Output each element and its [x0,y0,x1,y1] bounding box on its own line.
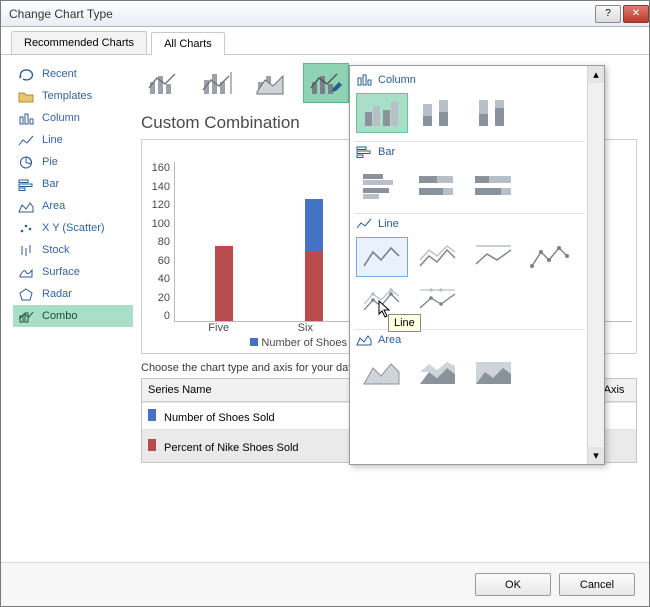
sidebar-item-line[interactable]: Line [13,129,133,151]
dropdown-item-stacked-bar[interactable] [412,165,464,205]
dialog-body: Recent Templates Column Line Pie Bar [1,55,649,562]
dropdown-category-line: Line [354,213,585,233]
main-panel: Custom Combination Chart Title 160140120… [141,63,637,554]
dropdown-item-clustered-bar[interactable] [356,165,408,205]
sidebar-item-bar[interactable]: Bar [13,173,133,195]
scroll-down-icon[interactable]: ▾ [588,447,604,464]
sidebar-item-label: Stock [42,244,70,256]
dropdown-category-area: Area [354,329,585,349]
recent-icon [17,67,35,81]
sidebar-item-recent[interactable]: Recent [13,63,133,85]
dropdown-item-100-stacked-line-markers[interactable] [412,281,464,321]
area-icon [17,199,35,213]
series-name: Number of Shoes Sold [164,412,275,424]
sidebar-item-label: Column [42,112,80,124]
dropdown-item-stacked-area[interactable] [412,353,464,393]
chart-category-sidebar: Recent Templates Column Line Pie Bar [13,63,133,554]
sidebar-item-label: Area [42,200,65,212]
dropdown-item-clustered-column[interactable] [356,93,408,133]
dropdown-category-column: Column [354,70,585,89]
column-icon [356,73,372,86]
folder-icon [17,89,35,103]
area-icon [356,333,372,346]
sidebar-item-label: Recent [42,68,77,80]
column-icon [17,111,35,125]
dropdown-body: Column Bar [350,66,589,464]
line-icon [356,217,372,230]
dropdown-item-line-markers[interactable] [524,237,576,277]
combo-subtype-1[interactable] [141,63,187,103]
sidebar-item-templates[interactable]: Templates [13,85,133,107]
combo-subtype-3[interactable] [249,63,295,103]
pie-icon [17,155,35,169]
sidebar-item-stock[interactable]: Stock [13,239,133,261]
dropdown-item-stacked-line-markers[interactable] [356,281,408,321]
dropdown-item-line[interactable] [356,237,408,277]
sidebar-item-label: Bar [42,178,59,190]
sidebar-item-label: Surface [42,266,80,278]
dropdown-item-area[interactable] [356,353,408,393]
chart-type-dropdown: Column Bar [349,65,605,465]
tab-bar: Recommended Charts All Charts [1,27,649,55]
tab-recommended[interactable]: Recommended Charts [11,31,147,54]
sidebar-item-label: Radar [42,288,72,300]
sidebar-item-label: Pie [42,156,58,168]
scroll-up-icon[interactable]: ▴ [588,66,604,83]
dropdown-item-stacked-column[interactable] [412,93,464,133]
dropdown-category-label: Area [378,334,401,346]
window-title: Change Chart Type [9,7,593,21]
titlebar: Change Chart Type ? ✕ [1,1,649,27]
sidebar-item-area[interactable]: Area [13,195,133,217]
sidebar-item-radar[interactable]: Radar [13,283,133,305]
sidebar-item-scatter[interactable]: X Y (Scatter) [13,217,133,239]
radar-icon [17,287,35,301]
dropdown-scrollbar[interactable]: ▴ ▾ [587,66,604,464]
tab-all-charts[interactable]: All Charts [151,32,225,55]
close-button[interactable]: ✕ [623,5,649,23]
sidebar-item-combo[interactable]: Combo [13,305,133,327]
sidebar-item-label: Combo [42,310,77,322]
dialog-footer: OK Cancel [1,562,649,606]
dialog-window: Change Chart Type ? ✕ Recommended Charts… [0,0,650,607]
dropdown-item-100-stacked-line[interactable] [468,237,520,277]
cancel-button[interactable]: Cancel [559,573,635,596]
series-color-swatch [148,409,156,421]
dropdown-item-100-stacked-column[interactable] [468,93,520,133]
series-name: Percent of Nike Shoes Sold [164,442,299,454]
sidebar-item-label: Line [42,134,63,146]
dropdown-item-stacked-line[interactable] [412,237,464,277]
dropdown-category-label: Line [378,218,399,230]
line-icon [17,133,35,147]
dropdown-item-100-stacked-bar[interactable] [468,165,520,205]
scatter-icon [17,221,35,235]
sidebar-item-column[interactable]: Column [13,107,133,129]
sidebar-item-surface[interactable]: Surface [13,261,133,283]
dropdown-item-100-stacked-area[interactable] [468,353,520,393]
combo-subtype-2[interactable] [195,63,241,103]
ok-button[interactable]: OK [475,573,551,596]
combo-icon [17,309,35,323]
dropdown-category-bar: Bar [354,141,585,161]
bar-icon [17,177,35,191]
dropdown-category-label: Bar [378,146,395,158]
series-color-swatch [148,439,156,451]
stock-icon [17,243,35,257]
dropdown-category-label: Column [378,74,416,86]
surface-icon [17,265,35,279]
chart-y-axis: 160140120100806040200 [146,162,174,322]
bar-icon [356,145,372,158]
sidebar-item-label: Templates [42,90,92,102]
combo-subtype-custom[interactable] [303,63,349,103]
help-button[interactable]: ? [595,5,621,23]
sidebar-item-label: X Y (Scatter) [42,222,105,234]
sidebar-item-pie[interactable]: Pie [13,151,133,173]
